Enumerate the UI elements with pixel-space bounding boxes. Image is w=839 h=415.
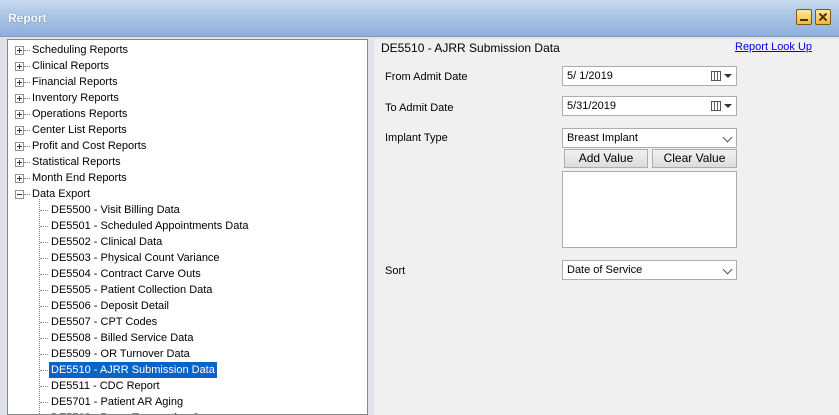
expand-icon[interactable] [15, 126, 24, 135]
report-parameters-panel: DE5510 - AJRR Submission Data Report Loo… [374, 39, 839, 415]
implant-values-list[interactable] [562, 171, 737, 248]
to-admit-date-picker[interactable]: 5/31/2019 [562, 96, 737, 116]
tree-report[interactable]: DE5511 - CDC Report [49, 378, 162, 394]
tree-report[interactable]: DE5508 - Billed Service Data [49, 330, 195, 346]
report-title: DE5510 - AJRR Submission Data [381, 41, 560, 55]
add-value-button[interactable]: Add Value [564, 149, 648, 168]
expand-icon[interactable] [15, 142, 24, 151]
tree-report[interactable]: DE5503 - Physical Count Variance [49, 250, 222, 266]
implant-type-label: Implant Type [385, 132, 448, 144]
expand-icon[interactable] [15, 158, 24, 167]
calendar-dropdown-icon[interactable] [711, 71, 733, 82]
clear-value-button[interactable]: Clear Value [652, 149, 737, 168]
tree-category[interactable]: Inventory Reports [30, 90, 121, 106]
sort-label: Sort [385, 265, 406, 277]
tree-report[interactable]: DE5701 - Patient AR Aging [49, 394, 185, 410]
tree-category[interactable]: Clinical Reports [30, 58, 111, 74]
expand-icon[interactable] [15, 94, 24, 103]
collapse-icon[interactable] [15, 190, 24, 199]
expand-icon[interactable] [15, 78, 24, 87]
tree-report[interactable]: DE5702 - Payer Transaction S... [49, 410, 211, 414]
tree-report[interactable]: DE5504 - Contract Carve Outs [49, 266, 203, 282]
close-button[interactable] [815, 9, 831, 25]
tree-report[interactable]: DE5505 - Patient Collection Data [49, 282, 214, 298]
calendar-dropdown-icon[interactable] [711, 101, 733, 112]
tree-report-selected[interactable]: DE5510 - AJRR Submission Data [49, 362, 217, 378]
report-lookup-link[interactable]: Report Look Up [735, 41, 812, 53]
tree-report[interactable]: DE5501 - Scheduled Appointments Data [49, 218, 251, 234]
tree-category[interactable]: Statistical Reports [30, 154, 123, 170]
tree-report[interactable]: DE5507 - CPT Codes [49, 314, 159, 330]
tree-category[interactable]: Month End Reports [30, 170, 129, 186]
tree-category[interactable]: Scheduling Reports [30, 42, 130, 58]
from-admit-date-label: From Admit Date [385, 71, 468, 83]
report-tree[interactable]: Scheduling Reports Clinical Reports Financ… [7, 39, 368, 415]
tree-report[interactable]: DE5502 - Clinical Data [49, 234, 164, 250]
to-admit-date-value: 5/31/2019 [567, 100, 616, 112]
sort-value: Date of Service [567, 264, 643, 276]
expand-icon[interactable] [15, 110, 24, 119]
implant-type-select[interactable]: Breast Implant [562, 128, 737, 148]
title-bar: Report [0, 0, 839, 37]
tree-report[interactable]: DE5500 - Visit Billing Data [49, 202, 182, 218]
from-admit-date-picker[interactable]: 5/ 1/2019 [562, 66, 737, 86]
minimize-button[interactable] [796, 9, 812, 25]
sort-select[interactable]: Date of Service [562, 260, 737, 280]
tree-category[interactable]: Center List Reports [30, 122, 129, 138]
tree-category[interactable]: Profit and Cost Reports [30, 138, 148, 154]
tree-category[interactable]: Financial Reports [30, 74, 120, 90]
from-admit-date-value: 5/ 1/2019 [567, 70, 613, 82]
expand-icon[interactable] [15, 46, 24, 55]
window-title: Report [8, 11, 47, 25]
tree-report[interactable]: DE5509 - OR Turnover Data [49, 346, 192, 362]
chevron-down-icon [722, 264, 733, 275]
expand-icon[interactable] [15, 62, 24, 71]
implant-type-value: Breast Implant [567, 132, 638, 144]
expand-icon[interactable] [15, 174, 24, 183]
to-admit-date-label: To Admit Date [385, 102, 454, 114]
tree-report[interactable]: DE5506 - Deposit Detail [49, 298, 171, 314]
tree-category[interactable]: Operations Reports [30, 106, 129, 122]
chevron-down-icon [722, 132, 733, 143]
